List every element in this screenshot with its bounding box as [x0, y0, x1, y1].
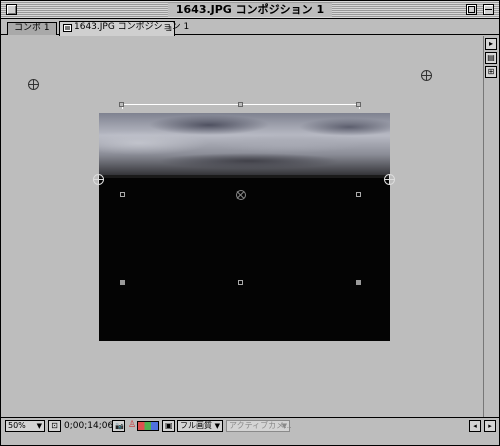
chevron-down-icon: ▼	[281, 422, 287, 430]
title-bar[interactable]: 1643.JPG コンポジション 1	[1, 1, 499, 19]
layer-handle[interactable]	[356, 102, 361, 107]
scroll-left-button[interactable]: ◂	[469, 420, 481, 432]
snapshot-button[interactable]: 📷	[112, 420, 125, 432]
bottom-toolbar: 50% ▼ ⊡ 0;00;14;06 📷 ♙ ▣ フル画質 ▼ アクティブカメ.…	[1, 417, 499, 445]
light-position-icon[interactable]	[28, 79, 39, 90]
magnification-value: 50%	[8, 421, 26, 430]
chevron-down-icon: ▼	[36, 422, 42, 430]
layer-handle[interactable]	[120, 192, 125, 197]
right-tool-strip: ▸ ▤ ⊞	[483, 36, 498, 417]
edge-handle-icon[interactable]	[93, 174, 104, 185]
camera-dropdown[interactable]: アクティブカメ... ▼	[226, 420, 292, 432]
flowchart-button[interactable]: ▤	[485, 52, 497, 64]
composition-window: 1643.JPG コンポジション 1 コンポ 1 1643.JPG コンポジショ…	[0, 0, 500, 446]
tab-bar: コンポ 1 1643.JPG コンポジション 1 ⊐	[1, 20, 499, 36]
panel-menu-arrow-icon[interactable]: ▸	[485, 38, 497, 50]
tab-comp-1[interactable]: コンポ 1	[7, 22, 57, 35]
show-channel-icon[interactable]: ♙	[128, 420, 136, 430]
resolution-value: フル画質	[180, 421, 212, 430]
tab-close-icon[interactable]: ⊐	[165, 23, 172, 34]
sky-layer-image[interactable]	[99, 113, 390, 177]
chevron-down-icon: ▼	[214, 422, 220, 430]
close-box[interactable]	[6, 4, 17, 15]
tab-label: コンポ 1	[14, 23, 50, 33]
horizon-line	[99, 175, 390, 178]
toggle-view-button[interactable]: ⊞	[485, 66, 497, 78]
layer-handle[interactable]	[119, 102, 124, 107]
light-position-icon[interactable]	[421, 70, 432, 81]
current-time-display[interactable]: 0;00;14;06	[64, 420, 113, 432]
window-title: 1643.JPG コンポジション 1	[167, 3, 333, 17]
composition-frame[interactable]	[99, 113, 390, 341]
composition-icon	[63, 24, 72, 32]
region-of-interest-button[interactable]: ▣	[162, 420, 175, 432]
magnification-dropdown[interactable]: 50% ▼	[5, 420, 45, 432]
zoom-box[interactable]	[466, 4, 477, 15]
rgb-channel-swatch[interactable]	[137, 421, 159, 431]
scroll-right-button[interactable]: ▸	[484, 420, 496, 432]
layer-handle[interactable]	[356, 192, 361, 197]
resolution-dropdown[interactable]: フル画質 ▼	[177, 420, 223, 432]
edge-handle-icon[interactable]	[384, 174, 395, 185]
layer-handle[interactable]	[238, 280, 243, 285]
layer-handle[interactable]	[120, 280, 125, 285]
anchor-point-icon[interactable]	[236, 190, 246, 200]
collapse-box[interactable]	[483, 4, 494, 15]
layer-handle[interactable]	[238, 102, 243, 107]
safe-zones-button[interactable]: ⊡	[48, 420, 61, 432]
layer-handle[interactable]	[356, 280, 361, 285]
tab-1643-composition[interactable]: 1643.JPG コンポジション 1 ⊐	[59, 21, 189, 36]
